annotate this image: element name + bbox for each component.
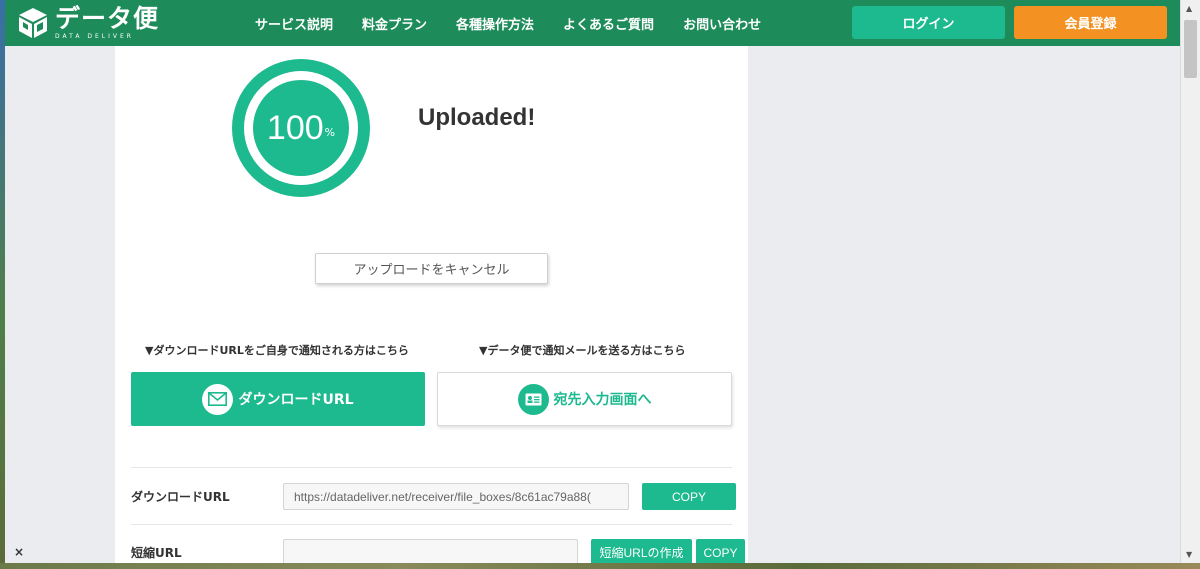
download-url-field[interactable]: https://datadeliver.net/receiver/file_bo… <box>283 483 629 510</box>
nav-pricing[interactable]: 料金プラン <box>362 14 427 33</box>
main-nav: サービス説明 料金プラン 各種操作方法 よくあるご質問 お問い合わせ <box>255 0 790 46</box>
scrollbar-thumb[interactable] <box>1184 20 1197 78</box>
mail-icon <box>202 383 234 415</box>
divider <box>131 467 732 468</box>
scroll-down-icon[interactable]: ▼ <box>1186 550 1192 559</box>
cancel-upload-button[interactable]: アップロードをキャンセル <box>315 253 548 284</box>
desktop-background-bottom <box>0 563 1200 569</box>
close-icon[interactable]: × <box>14 545 24 559</box>
id-card-icon <box>517 383 549 415</box>
progress-ring: 100 % <box>230 57 372 199</box>
nav-faq[interactable]: よくあるご質問 <box>563 14 654 33</box>
download-url-hint: ▼ダウンロードURLをご自身で通知される方はこちら <box>145 344 409 357</box>
upload-card: 100 % Uploaded! アップロードをキャンセル ▼ダウンロードURLを… <box>115 46 748 563</box>
nav-service[interactable]: サービス説明 <box>255 14 333 33</box>
progress-unit: % <box>324 125 336 139</box>
logo-title: データ便 <box>55 3 160 33</box>
short-url-label: 短縮URL <box>131 546 182 560</box>
create-short-url-button[interactable]: 短縮URLの作成 <box>591 539 692 563</box>
divider <box>131 524 732 525</box>
progress-value: 100 <box>266 108 324 147</box>
logo-subtitle: DATA DELIVER <box>55 32 134 40</box>
copy-download-url-button[interactable]: COPY <box>642 483 736 510</box>
scroll-up-icon[interactable]: ▲ <box>1186 4 1192 13</box>
login-button[interactable]: ログイン <box>852 6 1005 39</box>
site-header: データ便 DATA DELIVER サービス説明 料金プラン 各種操作方法 よく… <box>5 0 1180 46</box>
recipient-input-button[interactable]: 宛先入力画面へ <box>437 372 732 426</box>
site-logo[interactable]: データ便 DATA DELIVER <box>17 5 159 41</box>
register-button[interactable]: 会員登録 <box>1014 6 1167 39</box>
download-url-button-label: ダウンロードURL <box>238 392 354 408</box>
browser-viewport: データ便 DATA DELIVER サービス説明 料金プラン 各種操作方法 よく… <box>5 0 1180 563</box>
notify-mail-hint: ▼データ便で通知メールを送る方はこちら <box>479 344 686 357</box>
cube-logo-icon <box>17 6 49 40</box>
download-url-label: ダウンロードURL <box>131 490 230 504</box>
upload-status: Uploaded! <box>418 104 536 131</box>
short-url-field[interactable] <box>283 539 578 563</box>
download-url-button[interactable]: ダウンロードURL <box>131 372 425 426</box>
nav-contact[interactable]: お問い合わせ <box>683 14 761 33</box>
nav-howto[interactable]: 各種操作方法 <box>456 14 534 33</box>
recipient-input-button-label: 宛先入力画面へ <box>553 392 652 408</box>
copy-short-url-button[interactable]: COPY <box>696 539 745 563</box>
page-scrollbar[interactable]: ▲ ▼ <box>1180 0 1200 563</box>
